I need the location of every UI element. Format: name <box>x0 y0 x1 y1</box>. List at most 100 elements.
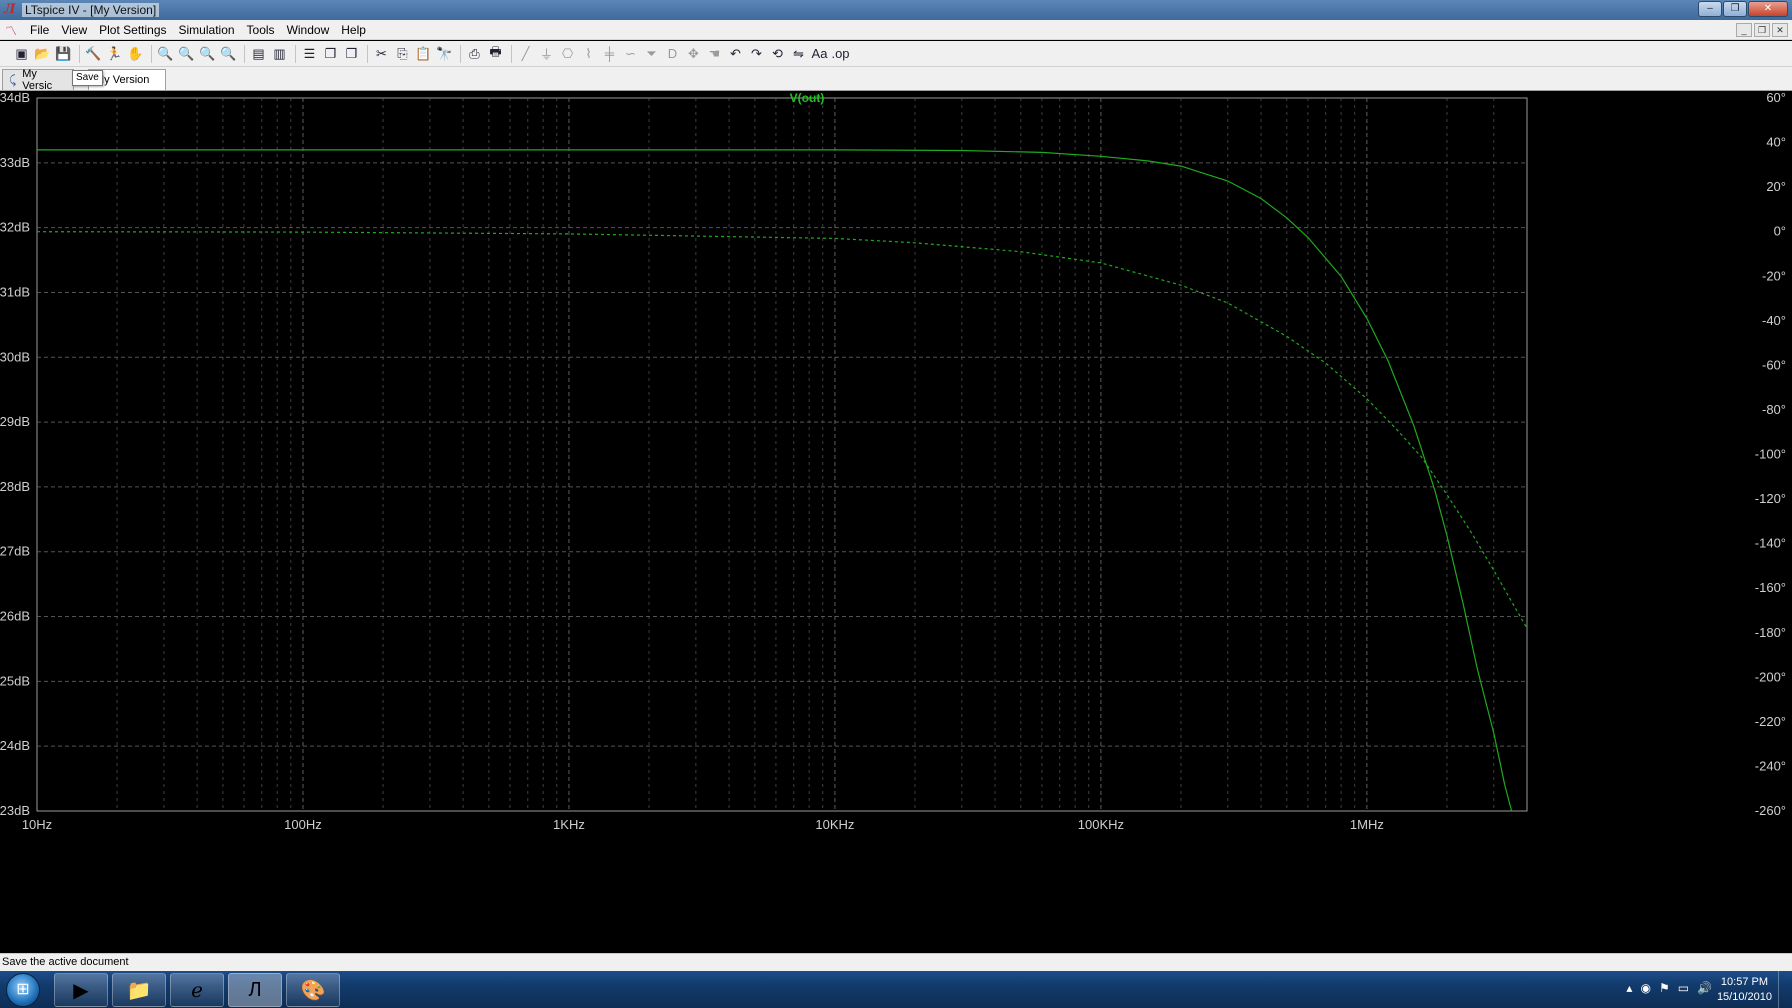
zoom-in-button[interactable]: 🔍 <box>156 44 175 64</box>
minimize-icon[interactable]: ‒ <box>1698 1 1722 17</box>
print-setup-button[interactable]: ⎙ <box>465 44 484 64</box>
plot-canvas[interactable]: 23dB 24dB 25dB 26dB 27dB 28dB 29dB 30dB 31dB 32dB… <box>0 92 1792 953</box>
diode-icon: ⏷ <box>646 45 657 61</box>
menu-plot-settings[interactable]: Plot Settings <box>93 23 172 37</box>
close-icon[interactable]: ✕ <box>1748 1 1788 17</box>
zoom-out-icon: 🔍 <box>199 45 216 61</box>
zoom-out-button[interactable]: 🔍 <box>198 44 217 64</box>
inductor-button[interactable]: ∽ <box>621 44 640 64</box>
toolbar-separator <box>244 44 245 63</box>
print-setup-icon: ⎙ <box>469 45 480 61</box>
toolbar-separator <box>367 44 368 63</box>
network-icon[interactable]: ▭ <box>1678 981 1689 995</box>
text-button[interactable]: Aa <box>810 44 829 64</box>
window-title: LTspice IV - [My Version] <box>22 3 160 17</box>
inductor-icon: ∽ <box>625 45 636 61</box>
y-right-tick-label: -220° <box>1755 714 1786 729</box>
cascade-button[interactable]: ❐ <box>321 44 340 64</box>
tab-my-version-schematic[interactable]: ⤹ My Versic <box>2 68 74 92</box>
redo-icon: ↷ <box>751 45 762 61</box>
undo-button[interactable]: ↶ <box>726 44 745 64</box>
menu-file[interactable]: File <box>24 23 55 37</box>
save-button[interactable]: 💾 <box>54 44 73 64</box>
tile-vertical-button[interactable]: ❐ <box>342 44 361 64</box>
tile-horizontal-button[interactable]: ☰ <box>300 44 319 64</box>
menu-help[interactable]: Help <box>335 23 372 37</box>
new-schematic-button[interactable]: ▣ <box>12 44 31 64</box>
x-tick-label: 10KHz <box>815 817 854 832</box>
zoom-fit-icon: 🔍 <box>220 45 237 61</box>
menu-view[interactable]: View <box>55 23 93 37</box>
paste-button[interactable]: 📋 <box>414 44 433 64</box>
y-right-tick-label: -40° <box>1762 313 1786 328</box>
start-button-icon[interactable]: ⊞ <box>6 973 40 1007</box>
run-button[interactable]: 🏃 <box>105 44 124 64</box>
menu-bar: 〽 File View Plot Settings Simulation Too… <box>0 20 1792 40</box>
zoom-extents-button[interactable]: ▥ <box>270 44 289 64</box>
x-tick-label: 100KHz <box>1078 817 1124 832</box>
action-center-icon[interactable]: ⚑ <box>1659 981 1670 995</box>
label-net-button[interactable]: ⎔ <box>558 44 577 64</box>
y-left-tick-label: 28dB <box>0 479 30 494</box>
cascade-icon: ❐ <box>324 45 337 61</box>
menu-simulation[interactable]: Simulation <box>173 23 241 37</box>
spice-directive-button[interactable]: .op <box>831 44 850 64</box>
waveform-plot[interactable]: 23dB 24dB 25dB 26dB 27dB 28dB 29dB 30dB 31dB 32dB… <box>0 92 1792 953</box>
internet-explorer-icon[interactable]: ℯ <box>170 973 224 1007</box>
toolbar-separator <box>460 44 461 63</box>
pan-button[interactable]: 🔍 <box>177 44 196 64</box>
clock-time: 10:57 PM <box>1720 976 1769 988</box>
explorer-icon[interactable]: 📁 <box>112 973 166 1007</box>
y-left-tick-label: 31dB <box>0 284 30 299</box>
window-controls: ‒ ❐ ✕ <box>1698 1 1788 17</box>
doc-restore-icon[interactable]: ❐ <box>1754 23 1770 37</box>
toolbar-separator <box>151 44 152 63</box>
ltspice-taskbar-icon[interactable]: Л <box>228 973 282 1007</box>
menu-tools[interactable]: Tools <box>241 23 281 37</box>
drag-button[interactable]: ☚ <box>705 44 724 64</box>
diode-button[interactable]: ⏷ <box>642 44 661 64</box>
media-player-icon[interactable]: ▶ <box>54 973 108 1007</box>
document-menu-icon[interactable]: 〽 <box>2 22 20 38</box>
tile-vertical-icon: ❐ <box>345 45 358 61</box>
doc-minimize-icon[interactable]: _ <box>1736 23 1752 37</box>
clock[interactable]: 10:57 PM 15/10/2010 <box>1717 975 1772 1005</box>
tray-expand-icon[interactable]: ▴ <box>1626 981 1632 995</box>
mirror-button[interactable]: ⇋ <box>789 44 808 64</box>
y-left-tick-label: 32dB <box>0 220 30 235</box>
y-left-tick-label: 34dB <box>0 92 30 105</box>
component-button[interactable]: D <box>663 44 682 64</box>
tab-label: My Versic <box>22 68 53 92</box>
open-icon: 📂 <box>34 45 51 61</box>
open-button[interactable]: 📂 <box>33 44 52 64</box>
show-desktop-button[interactable] <box>1778 971 1792 1008</box>
autorange-button[interactable]: ▤ <box>249 44 268 64</box>
zoom-fit-button[interactable]: 🔍 <box>219 44 238 64</box>
copy-button[interactable]: ⎘ <box>393 44 412 64</box>
cut-button[interactable]: ✂ <box>372 44 391 64</box>
move-button[interactable]: ✥ <box>684 44 703 64</box>
tray-app-icon[interactable]: ◉ <box>1640 981 1650 995</box>
y-left-tick-label: 27dB <box>0 544 30 559</box>
ltspice-logo-icon: Л <box>4 2 16 17</box>
restore-icon[interactable]: ❐ <box>1723 1 1747 17</box>
find-button[interactable]: 🔭 <box>435 44 454 64</box>
menu-window[interactable]: Window <box>281 23 336 37</box>
print-button[interactable]: 🖶 <box>486 44 505 64</box>
capacitor-button[interactable]: ╪ <box>600 44 619 64</box>
ground-button[interactable]: ⏚ <box>537 44 556 64</box>
control-panel-button[interactable]: 🔨 <box>84 44 103 64</box>
redo-button[interactable]: ↷ <box>747 44 766 64</box>
y-left-tick-label: 24dB <box>0 738 30 753</box>
system-tray: ▴ ◉ ⚑ ▭ 🔊 <box>1626 981 1712 995</box>
magnitude-trace <box>37 149 1513 811</box>
paint-icon[interactable]: 🎨 <box>286 973 340 1007</box>
rotate-button[interactable]: ⟲ <box>768 44 787 64</box>
y-left-tick-label: 33dB <box>0 155 30 170</box>
volume-icon[interactable]: 🔊 <box>1697 981 1712 995</box>
doc-close-icon[interactable]: ✕ <box>1772 23 1788 37</box>
resistor-button[interactable]: ⌇ <box>579 44 598 64</box>
toolbar: ▣ 📂 💾 🔨 🏃 ✋ 🔍 🔍 🔍 🔍 ▤ ▥ ☰ ❐ ❐ ✂ ⎘ 📋 🔭 ⎙ 🖶 ╱ ⏚ ⎔ ⌇ ╪ ∽ ⏷ D ✥ ☚ ↶ ↷ ⟲ ⇋ Aa .op <box>0 41 1792 67</box>
halt-button[interactable]: ✋ <box>126 44 145 64</box>
wire-button[interactable]: ╱ <box>516 44 535 64</box>
